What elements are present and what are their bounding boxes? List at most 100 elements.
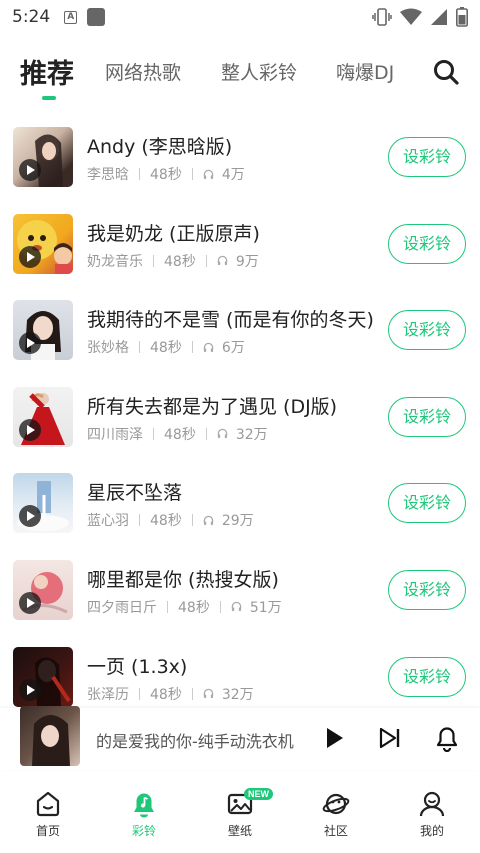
song-title: 我是奶龙 (正版原声) [87, 222, 260, 245]
song-duration: 48秒 [150, 340, 182, 357]
tab-prank-ringtones[interactable]: 整人彩铃 [221, 58, 297, 85]
song-plays: 51万 [249, 599, 282, 616]
song-title: 一页 (1.3x) [87, 655, 188, 678]
nav-community[interactable]: 社区 [304, 790, 368, 839]
category-tabs: 推荐 网络热歌 整人彩铃 嗨爆DJ [0, 44, 480, 104]
song-artist: 蓝心羽 [87, 513, 129, 530]
song-meta: 四夕雨日斤 48秒 51万 [87, 597, 282, 617]
play-icon[interactable] [19, 159, 41, 181]
song-title: 星辰不坠落 [87, 482, 183, 505]
nav-ringtone[interactable]: 彩铃 [112, 790, 176, 839]
song-plays: 6万 [221, 340, 245, 357]
song-plays: 4万 [221, 167, 245, 183]
song-title: Andy (李思晗版) [87, 136, 233, 158]
song-duration: 48秒 [150, 167, 182, 183]
cover-woman-portrait-icon[interactable] [13, 300, 73, 361]
song-title: 所有失去都是为了遇见 (DJ版) [87, 395, 338, 418]
notification-a-icon: A [64, 10, 78, 24]
song-artist: 奶龙音乐 [87, 253, 143, 270]
nav-profile[interactable]: 我的 [400, 790, 464, 839]
song-duration: 48秒 [164, 426, 196, 443]
song-row[interactable]: Andy (李思晗版) 李思晗 48秒 4万 设彩铃 [0, 126, 480, 213]
mini-player[interactable]: 的是爱我的你-纯手动洗衣机 [0, 706, 480, 770]
status-bar: 5:24 A [0, 0, 480, 34]
song-meta: 张泽历 48秒 32万 [87, 684, 254, 704]
nav-label: 彩铃 [131, 824, 156, 838]
song-artist: 李思晗 [87, 167, 129, 183]
cover-pink-figure-icon[interactable] [13, 559, 73, 620]
song-row[interactable]: 所有失去都是为了遇见 (DJ版) 四川雨泽 48秒 32万 设彩铃 [0, 386, 480, 473]
song-plays: 32万 [235, 426, 268, 443]
song-plays: 29万 [221, 513, 254, 530]
song-row[interactable]: 我是奶龙 (正版原声) 奶龙音乐 48秒 9万 设彩铃 [0, 213, 480, 300]
home-icon [36, 791, 60, 817]
tab-recommend[interactable]: 推荐 [20, 52, 74, 91]
play-icon[interactable] [19, 591, 41, 614]
status-icons [372, 7, 468, 27]
bottom-navigation: 首页 彩铃 NEW 壁纸 社区 我的 [0, 786, 480, 848]
song-plays: 9万 [235, 253, 259, 270]
set-ringtone-button[interactable]: 设彩铃 [388, 569, 466, 610]
tab-hot-songs[interactable]: 网络热歌 [105, 58, 181, 85]
search-icon[interactable] [432, 58, 460, 86]
person-icon [419, 791, 445, 817]
headphones-icon [217, 255, 228, 266]
headphones-icon [203, 169, 214, 179]
headphones-icon [217, 429, 228, 439]
song-artist: 四夕雨日斤 [87, 599, 157, 616]
set-ringtone-button[interactable]: 设彩铃 [388, 310, 466, 351]
wifi-icon [400, 8, 422, 25]
active-tab-indicator [42, 96, 56, 100]
set-ringtone-button[interactable]: 设彩铃 [388, 223, 466, 264]
set-ringtone-button[interactable]: 设彩铃 [388, 396, 466, 437]
song-meta: 四川雨泽 48秒 32万 [87, 424, 268, 444]
play-icon[interactable] [19, 418, 41, 441]
song-title: 我期待的不是雪 (而是有你的冬天) [87, 309, 374, 332]
player-song-title: 的是爱我的你-纯手动洗衣机 [96, 732, 294, 751]
new-badge: NEW [244, 788, 273, 800]
nav-label: 我的 [419, 824, 444, 838]
song-duration: 48秒 [178, 599, 210, 616]
song-meta: 李思晗 48秒 4万 [87, 164, 245, 184]
song-meta: 蓝心羽 48秒 29万 [87, 510, 254, 530]
nav-wallpaper[interactable]: NEW 壁纸 [208, 788, 273, 839]
headphones-icon [203, 688, 214, 699]
play-icon[interactable] [322, 726, 346, 750]
vibrate-icon [372, 8, 392, 26]
bell-music-icon [134, 793, 154, 818]
song-artist: 四川雨泽 [87, 426, 143, 443]
planet-icon [322, 793, 350, 815]
song-artist: 张泽历 [87, 686, 129, 703]
nav-label: 首页 [35, 824, 60, 838]
song-row[interactable]: 星辰不坠落 蓝心羽 48秒 29万 设彩铃 [0, 472, 480, 559]
song-title: 哪里都是你 (热搜女版) [87, 568, 279, 591]
headphones-icon [203, 342, 214, 352]
cover-red-dress-icon[interactable] [13, 386, 73, 447]
set-ringtone-button[interactable]: 设彩铃 [388, 656, 466, 697]
song-duration: 48秒 [150, 686, 182, 703]
play-icon[interactable] [19, 245, 41, 268]
song-row[interactable]: 我期待的不是雪 (而是有你的冬天) 张妙格 48秒 6万 设彩铃 [0, 299, 480, 386]
headphones-icon [231, 602, 242, 612]
cover-yellow-cartoon-icon[interactable] [13, 213, 73, 274]
nav-label: 壁纸 [227, 824, 252, 838]
notification-square-icon [87, 8, 106, 26]
song-meta: 奶龙音乐 48秒 9万 [87, 251, 259, 271]
set-ringtone-button[interactable]: 设彩铃 [388, 137, 466, 177]
nav-home[interactable]: 首页 [16, 790, 80, 839]
nav-label: 社区 [323, 824, 348, 838]
status-time: 5:24 [12, 7, 51, 27]
bell-icon[interactable] [434, 724, 460, 752]
player-cover-art[interactable] [20, 706, 80, 766]
tab-dj[interactable]: 嗨爆DJ [336, 58, 394, 85]
play-icon[interactable] [19, 678, 41, 701]
headphones-icon [203, 515, 214, 525]
cover-woman-portrait-icon[interactable] [13, 127, 73, 187]
set-ringtone-button[interactable]: 设彩铃 [388, 483, 466, 524]
skip-next-icon[interactable] [378, 726, 402, 750]
song-duration: 48秒 [164, 253, 196, 270]
cover-dark-red-icon[interactable] [13, 646, 73, 707]
song-row[interactable]: 哪里都是你 (热搜女版) 四夕雨日斤 48秒 51万 设彩铃 [0, 559, 480, 646]
signal-icon [431, 9, 447, 25]
cover-blue-door-icon[interactable] [13, 473, 73, 534]
